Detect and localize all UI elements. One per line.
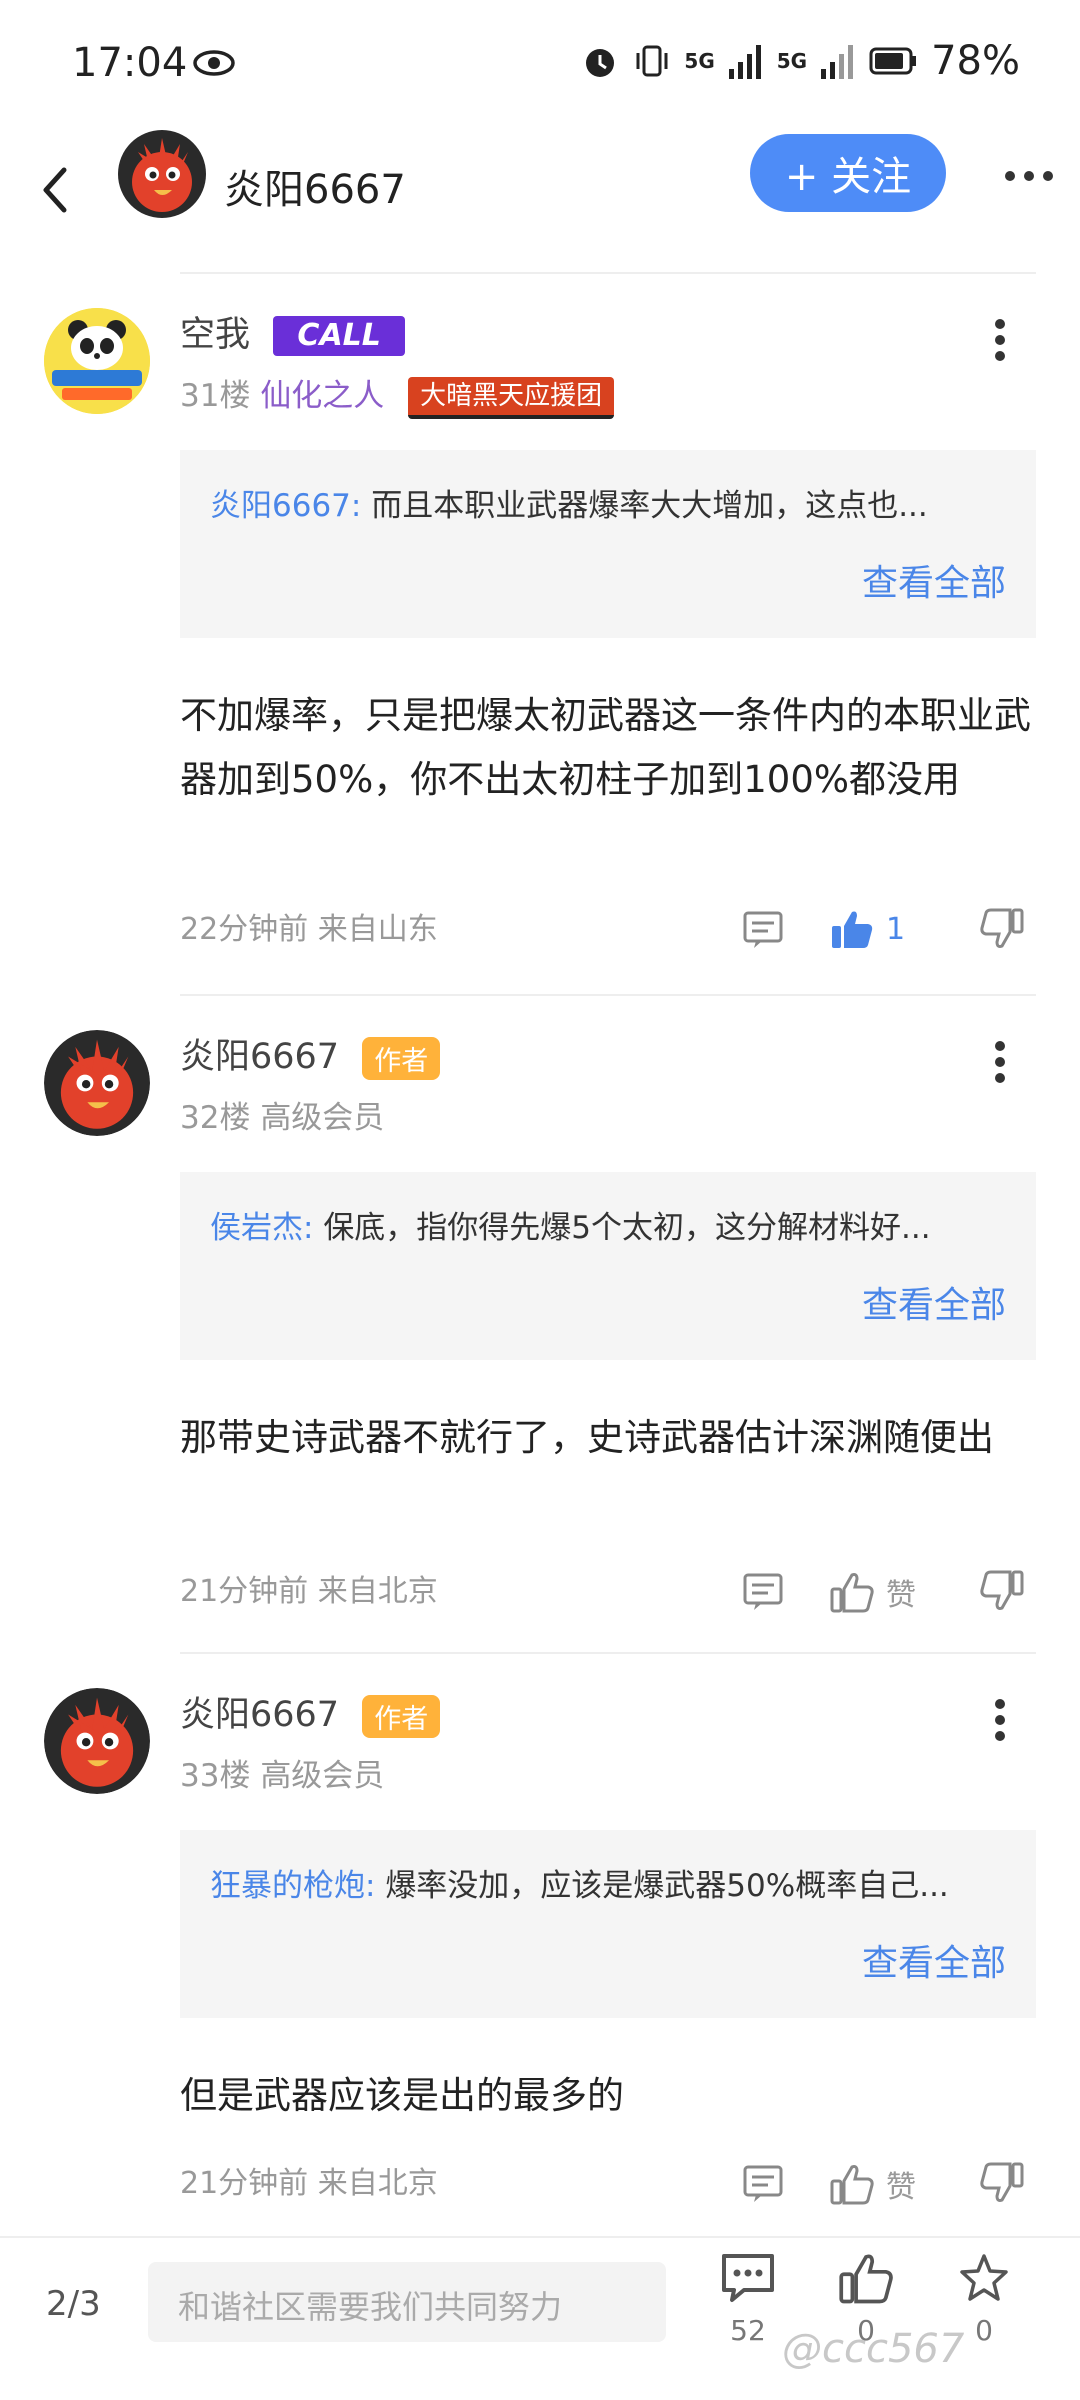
view-all-link[interactable]: 查看全部 [862,554,1006,606]
kebab-icon[interactable] [994,318,1006,362]
time-location: 21分钟前 来自北京 [180,1574,438,1609]
comment-footer: 22分钟前 来自山东 1 [180,900,1040,960]
comment-footer: 21分钟前 来自北京 赞 [180,1562,1040,1622]
floor-number: 32楼 [180,1100,251,1136]
thumb-up-icon [832,911,873,948]
floor-number: 33楼 [180,1758,251,1794]
time-location: 22分钟前 来自山东 [180,912,438,947]
battery-icon [869,47,917,75]
status-right: 5G 5G 78% [580,38,1020,84]
avatar[interactable] [118,130,206,218]
time-location: 21分钟前 来自北京 [180,2166,438,2201]
view-all-link[interactable]: 查看全部 [862,1934,1006,1986]
battery-percent: 78% [931,38,1020,84]
phoenix-avatar-icon [44,1030,150,1136]
back-icon[interactable] [34,160,74,220]
page-title: 炎阳6667 [224,167,406,213]
quoted-reply[interactable]: 侯岩杰: 保底，指你得先爆5个太初，这分解材料好... 查看全部 [180,1172,1036,1360]
quoted-reply[interactable]: 狂暴的枪炮: 爆率没加，应该是爆武器50%概率自己... 查看全部 [180,1830,1036,2018]
more-icon[interactable] [1004,170,1054,182]
bottom-bar: 2/3 和谐社区需要我们共同努力 52 0 0 [0,2236,1080,2400]
like-button[interactable]: 赞 [830,1570,916,1614]
quoted-reply[interactable]: 炎阳6667: 而且本职业武器爆率大大增加，这点也... 查看全部 [180,450,1036,638]
nav-header: 炎阳6667 + 关注 [0,130,1080,260]
panda-avatar-icon [44,308,150,414]
alarm-icon [586,49,615,77]
quote-author[interactable]: 炎阳6667: [210,488,361,524]
comment-footer: 21分钟前 来自北京 赞 [180,2154,1040,2214]
quote-text: 侯岩杰: 保底，指你得先爆5个太初，这分解材料好... [210,1202,1010,1247]
view-all-link[interactable]: 查看全部 [862,1276,1006,1328]
quote-content: 保底，指你得先爆5个太初，这分解材料好... [323,1210,931,1246]
user-level: 仙化之人 [260,378,385,414]
vibrate-icon [636,45,668,77]
quote-content: 而且本职业武器爆率大大增加，这点也... [371,488,928,524]
like-button[interactable]: 赞 [830,2162,916,2206]
user-level: 高级会员 [260,1100,385,1136]
thumb-up-icon [839,2254,893,2304]
reply-icon[interactable] [742,910,784,950]
thumb-down-icon[interactable] [980,2162,1024,2204]
follow-button[interactable]: + 关注 [750,134,946,212]
page-indicator[interactable]: 2/3 [46,2284,101,2324]
comment-text: 但是武器应该是出的最多的 [180,2074,624,2117]
user-meta: 31楼 仙化之人 大暗黑天应援团 [180,370,615,419]
user-meta: 33楼 高级会员 [180,1750,384,1795]
thumb-down-icon[interactable] [980,908,1024,950]
author-badge: 作者 [362,1694,441,1738]
floor-number: 31楼 [180,378,251,414]
username-text: 空我 [180,315,251,355]
phoenix-avatar-icon [44,1688,150,1794]
status-time: 17:04 [72,40,188,86]
username-text: 炎阳6667 [180,1695,340,1735]
username[interactable]: 空我 CALL [180,306,406,357]
author-badge: 作者 [362,1036,441,1080]
like-label: 赞 [886,1578,916,1613]
comment-icon [722,2254,774,2302]
comment-action[interactable]: 52 [708,2252,788,2347]
username[interactable]: 炎阳6667 作者 [180,1028,441,1080]
network-label-1: 5G [684,49,715,73]
quote-author[interactable]: 狂暴的枪炮: [210,1868,375,1904]
avatar[interactable] [44,308,150,414]
username-text: 炎阳6667 [180,1037,340,1077]
eye-icon [193,50,235,76]
divider [180,1652,1036,1654]
title-badge: 大暗黑天应援团 [408,376,615,419]
status-bar: 17:04 5G 5G 78% [0,0,1080,130]
comment-input[interactable]: 和谐社区需要我们共同努力 [148,2262,666,2342]
star-icon [960,2254,1008,2301]
avatar[interactable] [44,1688,150,1794]
quote-content: 爆率没加，应该是爆武器50%概率自己... [385,1868,949,1904]
thumb-up-icon [830,1573,874,1613]
like-count: 1 [886,911,906,947]
reply-icon[interactable] [742,2164,784,2204]
thumb-down-icon[interactable] [980,1570,1024,1612]
call-badge: CALL [273,316,406,356]
user-meta: 32楼 高级会员 [180,1092,384,1137]
quote-text: 炎阳6667: 而且本职业武器爆率大大增加，这点也... [210,480,1010,525]
like-label: 赞 [886,2170,916,2205]
like-button[interactable]: 1 [830,908,905,950]
comment-text: 不加爆率，只是把爆太初武器这一条件内的本职业武器加到50%，你不出太初柱子加到1… [180,694,1031,801]
divider [180,994,1036,996]
watermark: @ccc567 [782,2326,965,2372]
divider [180,272,1036,274]
network-label-2: 5G [776,49,808,73]
user-level: 高级会员 [260,1758,385,1794]
kebab-icon[interactable] [994,1040,1006,1084]
avatar[interactable] [44,1030,150,1136]
comment-input-placeholder: 和谐社区需要我们共同努力 [178,2288,563,2326]
quote-author[interactable]: 侯岩杰: [210,1210,313,1246]
signal-icon [821,45,854,79]
comment-count: 52 [730,2314,766,2347]
kebab-icon[interactable] [994,1698,1006,1742]
reply-icon[interactable] [742,1572,784,1612]
username[interactable]: 炎阳6667 作者 [180,1686,441,1738]
comment-text: 那带史诗武器不就行了，史诗武器估计深渊随便出 [180,1416,994,1459]
signal-icon [728,45,761,79]
thumb-up-icon [830,2165,874,2205]
quote-text: 狂暴的枪炮: 爆率没加，应该是爆武器50%概率自己... [210,1860,1010,1905]
